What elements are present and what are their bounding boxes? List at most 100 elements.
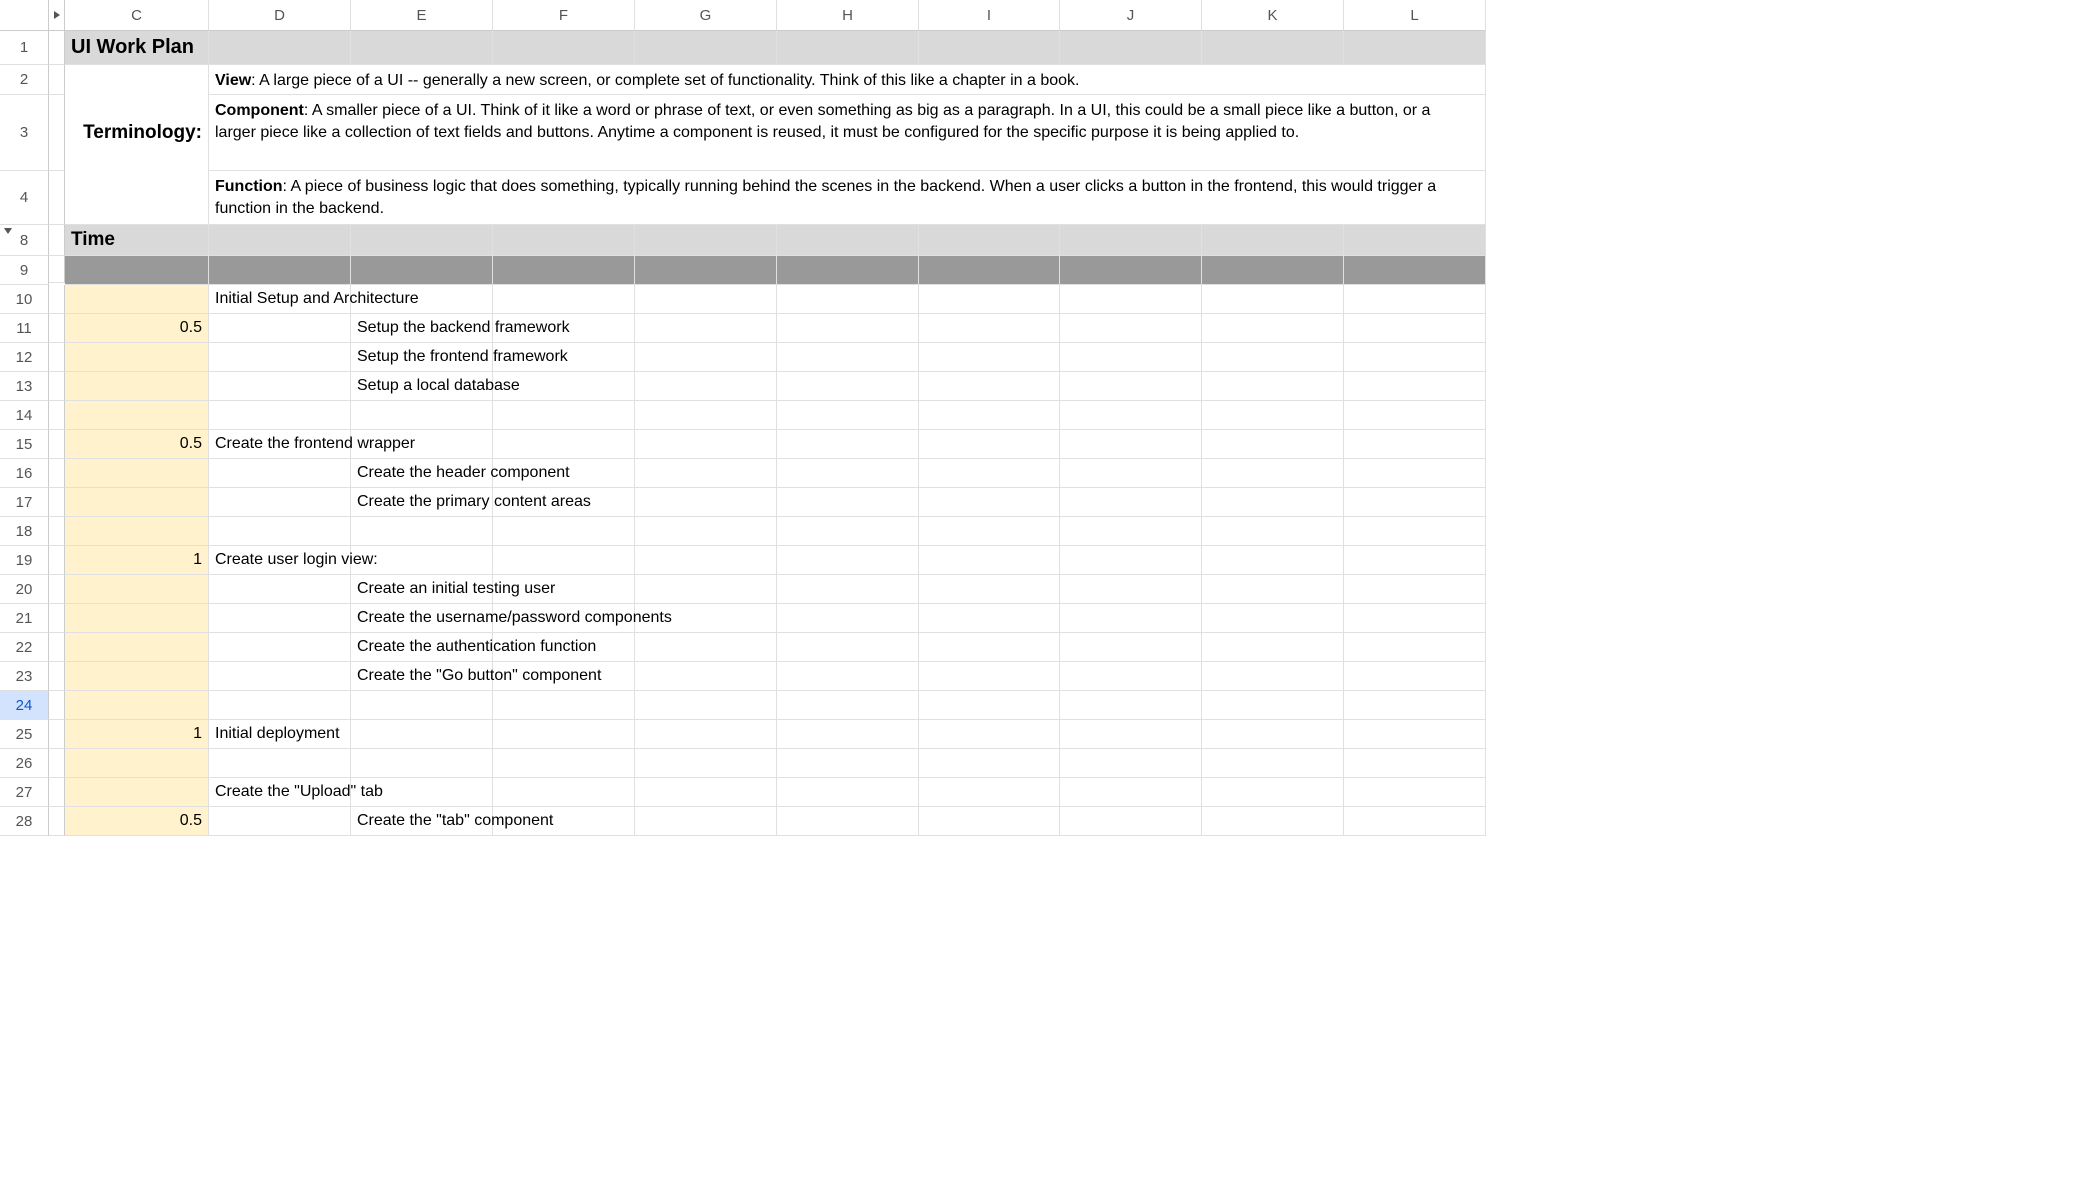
cell[interactable] (1060, 604, 1202, 633)
row-header-8[interactable]: 8 (0, 225, 49, 256)
cell[interactable] (209, 633, 351, 662)
cell[interactable] (635, 633, 777, 662)
col-header-E[interactable]: E (351, 0, 493, 31)
cell[interactable] (1344, 285, 1486, 314)
cell[interactable] (635, 372, 777, 401)
cell[interactable] (1202, 31, 1344, 65)
cell[interactable] (1344, 778, 1486, 807)
cell[interactable] (1202, 720, 1344, 749)
cell[interactable] (1060, 31, 1202, 65)
cell[interactable] (1344, 256, 1486, 285)
cell[interactable] (1202, 546, 1344, 575)
cell-E23[interactable]: Create the "Go button" component (351, 662, 493, 691)
terminology-label[interactable]: Terminology: (65, 95, 209, 171)
cell[interactable] (351, 517, 493, 546)
row-header-22[interactable]: 22 (0, 633, 49, 662)
cell[interactable] (777, 401, 919, 430)
cell[interactable] (635, 285, 777, 314)
cell[interactable] (1344, 314, 1486, 343)
cell[interactable] (1344, 401, 1486, 430)
cell[interactable] (493, 31, 635, 65)
cell[interactable] (919, 401, 1060, 430)
cell[interactable] (777, 749, 919, 778)
column-group-toggle[interactable] (49, 0, 65, 31)
cell[interactable] (777, 691, 919, 720)
row-header-19[interactable]: 19 (0, 546, 49, 575)
cell[interactable] (1344, 372, 1486, 401)
cell[interactable] (1060, 343, 1202, 372)
cell[interactable] (635, 691, 777, 720)
row-header-24[interactable]: 24 (0, 691, 49, 720)
cell[interactable] (209, 807, 351, 836)
corner-cell[interactable] (0, 0, 49, 31)
row-header-26[interactable]: 26 (0, 749, 49, 778)
cell-D15[interactable]: Create the frontend wrapper (209, 430, 351, 459)
spreadsheet-grid[interactable]: C D E F G H I J K L 1 UI Work Plan 2 Vie… (0, 0, 2076, 836)
cell[interactable] (635, 488, 777, 517)
cell-E12[interactable]: Setup the frontend framework (351, 343, 493, 372)
cell[interactable] (919, 517, 1060, 546)
cell[interactable] (635, 225, 777, 256)
cell[interactable] (1060, 807, 1202, 836)
cell[interactable] (919, 488, 1060, 517)
cell[interactable] (1060, 256, 1202, 285)
cell[interactable] (919, 633, 1060, 662)
cell[interactable] (1344, 430, 1486, 459)
cell[interactable] (777, 807, 919, 836)
cell[interactable] (1202, 256, 1344, 285)
col-header-D[interactable]: D (209, 0, 351, 31)
cell[interactable] (635, 575, 777, 604)
cell[interactable] (635, 314, 777, 343)
row-header-14[interactable]: 14 (0, 401, 49, 430)
cell[interactable] (1202, 517, 1344, 546)
cell[interactable] (209, 256, 351, 285)
cell[interactable] (1344, 488, 1486, 517)
col-header-G[interactable]: G (635, 0, 777, 31)
cell[interactable] (209, 488, 351, 517)
cell[interactable] (209, 604, 351, 633)
cell[interactable] (493, 749, 635, 778)
cell[interactable] (1060, 546, 1202, 575)
row-header-16[interactable]: 16 (0, 459, 49, 488)
cell[interactable] (351, 225, 493, 256)
time-header[interactable]: Time (65, 225, 209, 256)
cell[interactable] (635, 459, 777, 488)
row-header-18[interactable]: 18 (0, 517, 49, 546)
cell[interactable] (65, 691, 209, 720)
cell[interactable] (493, 285, 635, 314)
cell[interactable] (1202, 662, 1344, 691)
cell[interactable] (777, 778, 919, 807)
cell[interactable] (65, 778, 209, 807)
terminology-function[interactable]: Function: A piece of business logic that… (209, 171, 1486, 225)
cell[interactable] (65, 633, 209, 662)
cell[interactable] (919, 430, 1060, 459)
cell[interactable] (1060, 372, 1202, 401)
cell-D19[interactable]: Create user login view: (209, 546, 351, 575)
cell[interactable] (1060, 488, 1202, 517)
cell[interactable] (209, 401, 351, 430)
cell[interactable] (777, 31, 919, 65)
cell[interactable] (777, 662, 919, 691)
cell[interactable] (777, 517, 919, 546)
cell[interactable] (1060, 662, 1202, 691)
cell[interactable] (777, 314, 919, 343)
cell[interactable] (1344, 807, 1486, 836)
cell[interactable] (777, 256, 919, 285)
cell[interactable] (65, 662, 209, 691)
cell[interactable] (1344, 691, 1486, 720)
row-header-20[interactable]: 20 (0, 575, 49, 604)
cell[interactable] (1202, 778, 1344, 807)
cell[interactable] (1202, 575, 1344, 604)
cell[interactable] (777, 372, 919, 401)
row-header-17[interactable]: 17 (0, 488, 49, 517)
cell[interactable] (919, 807, 1060, 836)
cell[interactable] (65, 488, 209, 517)
row-header-1[interactable]: 1 (0, 31, 49, 65)
cell[interactable] (777, 430, 919, 459)
cell[interactable] (635, 256, 777, 285)
cell[interactable] (493, 517, 635, 546)
cell[interactable] (1060, 225, 1202, 256)
cell[interactable] (209, 31, 351, 65)
cell[interactable] (1202, 430, 1344, 459)
cell[interactable] (1060, 691, 1202, 720)
